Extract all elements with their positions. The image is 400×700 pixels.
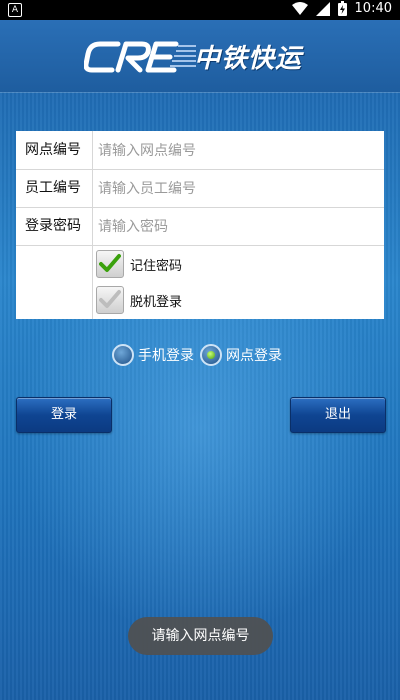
login-mode-group: 手机登录 网点登录 [112,344,288,366]
brand-name: 中铁快运 [194,44,303,74]
branch-id-label: 网点编号 [25,142,81,158]
remember-password-label: 记住密码 [130,258,183,274]
employee-id-input[interactable] [96,173,380,205]
branch-login-label: 网点登录 [226,348,282,364]
remember-password-checkbox[interactable]: 记住密码 [96,250,182,278]
wifi-icon [291,1,308,16]
signal-icon [315,1,330,16]
checkbox-unchecked-icon [96,286,124,314]
offline-login-checkbox[interactable]: 脱机登录 [96,286,182,314]
field-row-branch-id: 网点编号 [16,131,384,170]
battery-charging-icon [337,1,347,16]
exit-button[interactable]: 退出 [290,397,386,433]
app-header: 中铁快运 [0,20,400,92]
login-button[interactable]: 登录 [16,397,112,433]
login-form: 网点编号 员工编号 登录密码 记住密码 脱机登录 [16,131,384,319]
password-input[interactable] [96,211,380,243]
field-row-employee-id: 员工编号 [16,169,384,208]
radio-unselected-icon [112,344,134,366]
offline-login-label: 脱机登录 [130,294,183,310]
radio-phone-login[interactable]: 手机登录 [112,344,194,366]
options-area: 记住密码 脱机登录 [16,245,384,319]
clock: 10:40 [354,1,392,16]
employee-id-label: 员工编号 [25,180,81,196]
password-label: 登录密码 [25,218,81,234]
phone-login-label: 手机登录 [138,348,194,364]
radio-branch-login[interactable]: 网点登录 [200,344,282,366]
status-bar: A 10:40 [0,0,400,20]
divider [92,245,93,319]
radio-selected-icon [200,344,222,366]
toast-message: 请输入网点编号 [128,617,273,655]
branch-id-input[interactable] [96,135,380,167]
field-row-password: 登录密码 [16,207,384,246]
app-notification-icon: A [8,3,22,17]
checkbox-checked-icon [96,250,124,278]
